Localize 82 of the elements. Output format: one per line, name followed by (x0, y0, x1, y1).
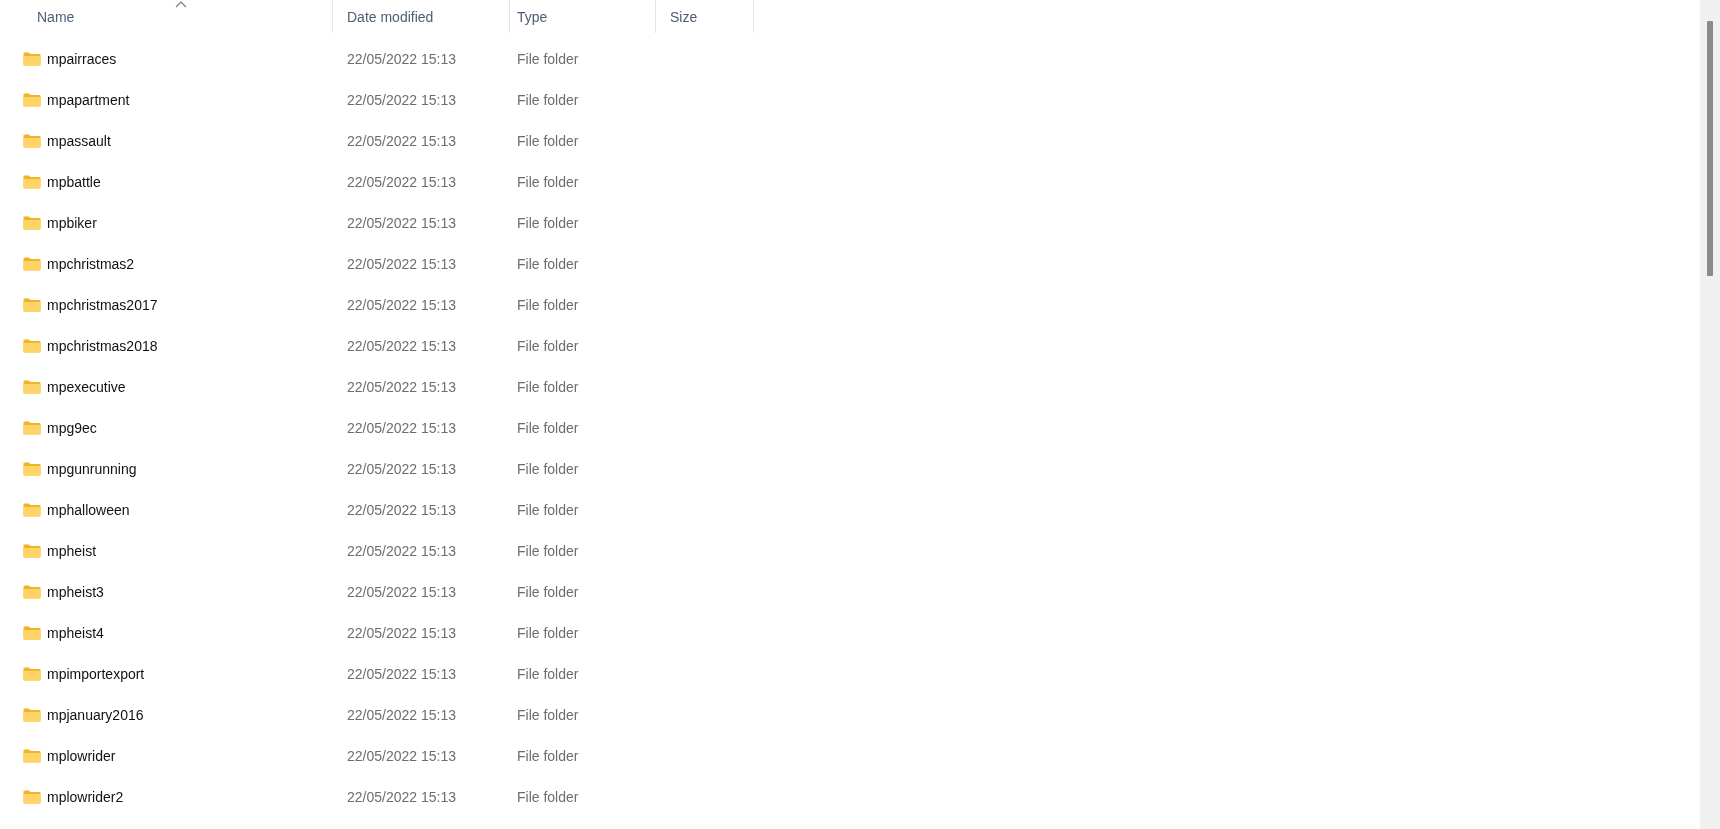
file-name[interactable]: mpbiker (47, 214, 97, 231)
date-modified: 22/05/2022 15:13 (347, 337, 456, 354)
file-name[interactable]: mpassault (47, 132, 111, 149)
date-modified: 22/05/2022 15:13 (347, 460, 456, 477)
folder-icon (23, 420, 41, 435)
folder-icon (23, 297, 41, 312)
folder-icon (23, 748, 41, 763)
folder-icon (23, 215, 41, 230)
file-type: File folder (517, 788, 579, 805)
date-modified: 22/05/2022 15:13 (347, 501, 456, 518)
file-type: File folder (517, 624, 579, 641)
file-name[interactable]: mpchristmas2017 (47, 296, 158, 313)
folder-icon (23, 502, 41, 517)
file-name[interactable]: mpjanuary2016 (47, 706, 144, 723)
date-modified: 22/05/2022 15:13 (347, 214, 456, 231)
folder-icon (23, 379, 41, 394)
date-modified: 22/05/2022 15:13 (347, 255, 456, 272)
file-type: File folder (517, 132, 579, 149)
file-type: File folder (517, 296, 579, 313)
column-header[interactable]: Size (656, 0, 754, 33)
file-type: File folder (517, 706, 579, 723)
file-type: File folder (517, 91, 579, 108)
folder-icon (23, 92, 41, 107)
date-modified: 22/05/2022 15:13 (347, 419, 456, 436)
file-type: File folder (517, 337, 579, 354)
date-modified: 22/05/2022 15:13 (347, 378, 456, 395)
file-name[interactable]: mpheist3 (47, 583, 104, 600)
folder-icon (23, 543, 41, 558)
folder-icon (23, 707, 41, 722)
file-type: File folder (517, 378, 579, 395)
column-header[interactable]: Date modified (333, 0, 510, 33)
folder-icon (23, 338, 41, 353)
file-name[interactable]: mplowrider (47, 747, 116, 764)
date-modified: 22/05/2022 15:13 (347, 706, 456, 723)
file-type: File folder (517, 173, 579, 190)
file-type: File folder (517, 747, 579, 764)
file-name[interactable]: mpbattle (47, 173, 101, 190)
file-type: File folder (517, 501, 579, 518)
file-type: File folder (517, 583, 579, 600)
file-type: File folder (517, 542, 579, 559)
column-header[interactable]: Type (510, 0, 656, 33)
date-modified: 22/05/2022 15:13 (347, 132, 456, 149)
date-modified: 22/05/2022 15:13 (347, 173, 456, 190)
folder-icon (23, 461, 41, 476)
folder-icon (23, 133, 41, 148)
date-modified: 22/05/2022 15:13 (347, 788, 456, 805)
file-type: File folder (517, 460, 579, 477)
file-name[interactable]: mpgunrunning (47, 460, 137, 477)
file-name[interactable]: mpchristmas2018 (47, 337, 158, 354)
file-name[interactable]: mphalloween (47, 501, 130, 518)
file-name[interactable]: mpheist4 (47, 624, 104, 641)
date-modified: 22/05/2022 15:13 (347, 91, 456, 108)
folder-icon (23, 51, 41, 66)
file-name[interactable]: mpapartment (47, 91, 130, 108)
folder-icon (23, 625, 41, 640)
file-name[interactable]: mplowrider2 (47, 788, 124, 805)
date-modified: 22/05/2022 15:13 (347, 542, 456, 559)
scrollbar[interactable] (1700, 0, 1720, 829)
file-name[interactable]: mpheist (47, 542, 97, 559)
date-modified: 22/05/2022 15:13 (347, 583, 456, 600)
file-name[interactable]: mpairraces (47, 50, 117, 67)
folder-icon (23, 789, 41, 804)
file-type: File folder (517, 255, 579, 272)
file-name[interactable]: mpexecutive (47, 378, 126, 395)
column-header[interactable]: Name (0, 0, 333, 33)
date-modified: 22/05/2022 15:13 (347, 624, 456, 641)
date-modified: 22/05/2022 15:13 (347, 747, 456, 764)
folder-icon (23, 584, 41, 599)
file-name[interactable]: mpimportexport (47, 665, 145, 682)
file-type: File folder (517, 665, 579, 682)
file-type: File folder (517, 419, 579, 436)
file-name[interactable]: mpg9ec (47, 419, 97, 436)
file-type: File folder (517, 214, 579, 231)
date-modified: 22/05/2022 15:13 (347, 296, 456, 313)
folder-icon (23, 256, 41, 271)
date-modified: 22/05/2022 15:13 (347, 665, 456, 682)
folder-icon (23, 666, 41, 681)
date-modified: 22/05/2022 15:13 (347, 50, 456, 67)
file-type: File folder (517, 50, 579, 67)
folder-icon (23, 174, 41, 189)
scrollbar-thumb[interactable] (1707, 21, 1713, 276)
file-name[interactable]: mpchristmas2 (47, 255, 135, 272)
